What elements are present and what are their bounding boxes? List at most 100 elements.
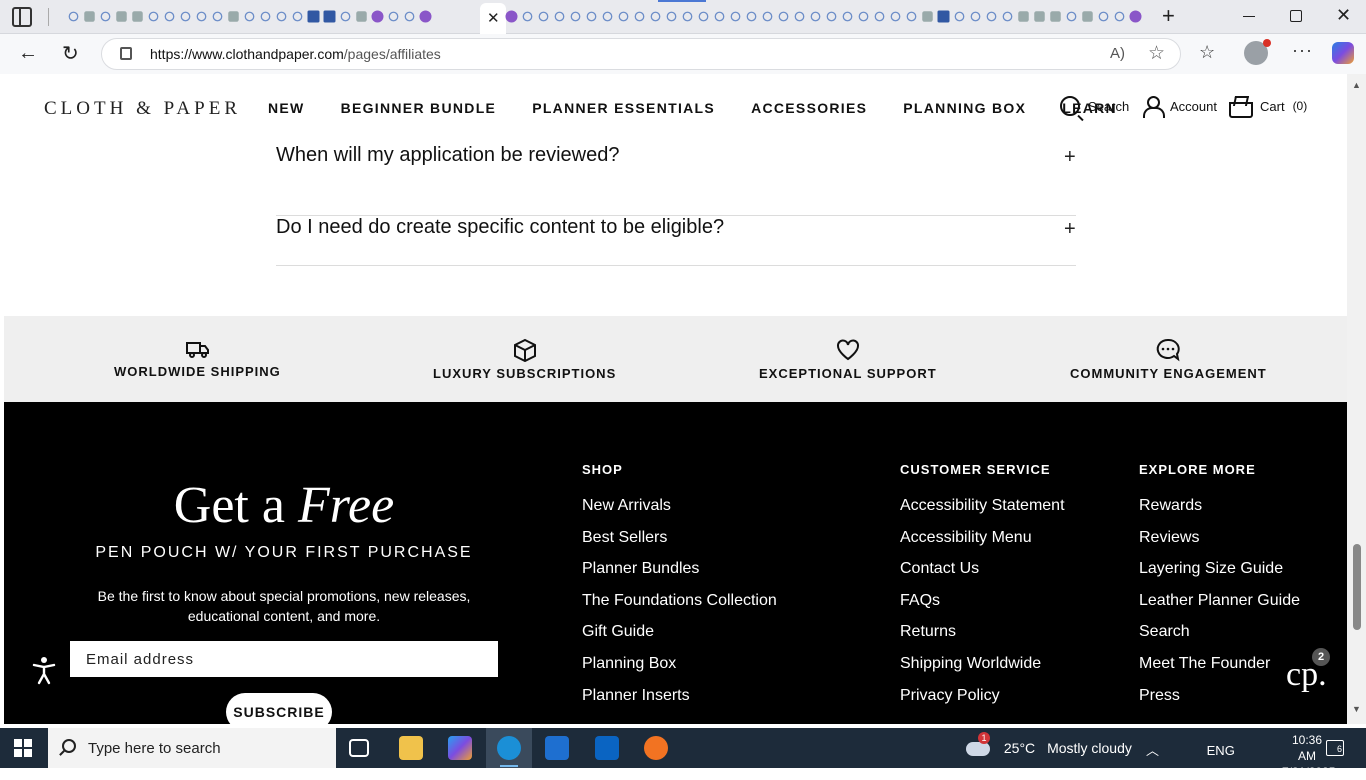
lock-icon[interactable] [120, 47, 132, 60]
windows-taskbar: Type here to search 25°C Mostly cloudy ︿… [0, 728, 1366, 779]
feature-label: WORLDWIDE SHIPPING [114, 364, 281, 379]
close-window-icon[interactable]: ✕ [1336, 5, 1351, 26]
promo-subtitle: PEN POUCH W/ YOUR FIRST PURCHASE [95, 544, 473, 561]
header-account-button[interactable]: Account [1142, 96, 1217, 118]
footer-link[interactable]: Shipping Worldwide [900, 655, 1065, 687]
tab-actions-icon[interactable] [12, 7, 32, 27]
store-icon[interactable] [545, 736, 569, 760]
language-indicator[interactable]: ENG [1207, 743, 1235, 758]
url-text[interactable]: https://www.clothandpaper.com/pages/affi… [150, 46, 441, 62]
site-header: CLOTH & PAPER NEW BEGINNER BUNDLE PLANNE… [4, 74, 1347, 142]
footer-link[interactable]: Privacy Policy [900, 687, 1065, 719]
nav-item-planner-essentials[interactable]: PLANNER ESSENTIALS [532, 100, 715, 116]
search-icon [62, 739, 76, 753]
nav-item-accessories[interactable]: ACCESSORIES [751, 100, 867, 116]
footer-link[interactable]: Meet The Founder [1139, 655, 1300, 687]
accessibility-icon[interactable] [28, 654, 60, 686]
footer-link[interactable]: Leather Planner Guide [1139, 592, 1300, 624]
cart-icon [1228, 96, 1253, 118]
back-icon[interactable]: ← [18, 42, 38, 65]
clock-date: 7/31/2025 [1282, 765, 1336, 779]
edge-icon[interactable] [497, 736, 521, 760]
tray-chevron-icon[interactable]: ︿ [1146, 743, 1159, 758]
favorites-icon[interactable]: ☆ [1199, 42, 1215, 63]
feature-label: LUXURY SUBSCRIPTIONS [433, 366, 617, 381]
faq-item[interactable]: Do I need do create specific content to … [276, 216, 1076, 266]
cart-count: (0) [1292, 99, 1308, 113]
footer-link[interactable]: Returns [900, 623, 1065, 655]
footer-link[interactable]: Planner Inserts [582, 687, 777, 719]
minimize-icon[interactable] [1243, 16, 1255, 17]
read-aloud-icon[interactable]: A) [1110, 45, 1125, 62]
profile-avatar[interactable] [1244, 39, 1271, 65]
footer-link[interactable]: Best Sellers [582, 529, 777, 561]
nav-item-beginner-bundle[interactable]: BEGINNER BUNDLE [341, 100, 497, 116]
firefox-icon[interactable] [644, 736, 668, 760]
nav-item-new[interactable]: NEW [268, 100, 305, 116]
footer-link[interactable]: Planner Bundles [582, 560, 777, 592]
box-icon [513, 338, 536, 362]
notification-center-icon[interactable]: 6 [1326, 740, 1344, 756]
footer-link[interactable]: Rewards [1139, 497, 1300, 529]
footer-link[interactable]: The Foundations Collection [582, 592, 777, 624]
feature-community-engagement: COMMUNITY ENGAGEMENT [1070, 338, 1267, 381]
header-search-button[interactable]: Search [1060, 96, 1129, 116]
feature-luxury-subscriptions: LUXURY SUBSCRIPTIONS [433, 338, 616, 381]
site-logo[interactable]: CLOTH & PAPER [44, 98, 241, 120]
maximize-icon[interactable] [1290, 10, 1302, 22]
refresh-icon[interactable]: ↻ [62, 41, 79, 66]
footer-heading: CUSTOMER SERVICE [900, 462, 1051, 477]
footer-column-explore-more: EXPLORE MORE Rewards Reviews Layering Si… [1139, 462, 1300, 718]
footer-link[interactable]: Gift Guide [582, 623, 777, 655]
nav-item-planning-box[interactable]: PLANNING BOX [903, 100, 1026, 116]
plus-icon[interactable]: + [1064, 146, 1076, 169]
footer-link[interactable]: New Arrivals [582, 497, 777, 529]
feature-strip: WORLDWIDE SHIPPING LUXURY SUBSCRIPTIONS … [4, 316, 1347, 402]
windows-start-icon[interactable] [14, 739, 32, 757]
footer-link[interactable]: Planning Box [582, 655, 777, 687]
plus-icon[interactable]: + [1064, 218, 1076, 241]
faq-question[interactable]: Do I need do create specific content to … [276, 216, 724, 239]
footer-link[interactable]: Layering Size Guide [1139, 560, 1300, 592]
close-tab-icon[interactable]: ✕ [487, 9, 500, 27]
active-tab[interactable]: ✕ [480, 3, 506, 34]
taskbar-search[interactable]: Type here to search [48, 728, 336, 768]
copilot-icon[interactable] [1332, 42, 1354, 64]
faq-item[interactable]: When will my application be reviewed? + [276, 144, 1076, 216]
scroll-up-icon[interactable]: ▲ [1352, 80, 1361, 90]
address-bar[interactable]: https://www.clothandpaper.com/pages/affi… [101, 38, 1181, 70]
weather-widget[interactable]: 25°C Mostly cloudy [966, 732, 1132, 757]
copilot-app-icon[interactable] [448, 736, 472, 760]
notification-badge: 2 [1312, 648, 1330, 666]
chat-icon [1157, 338, 1181, 362]
scroll-thumb[interactable] [1353, 544, 1361, 630]
subscribe-button[interactable]: SUBSCRIBE [226, 693, 332, 724]
faq-question[interactable]: When will my application be reviewed? [276, 144, 620, 167]
favorite-star-icon[interactable]: ☆ [1148, 42, 1165, 65]
rewards-widget[interactable]: cp. 2 [1282, 648, 1330, 694]
email-field[interactable] [70, 641, 498, 677]
site-footer: Get a Free PEN POUCH W/ YOUR FIRST PURCH… [4, 402, 1347, 724]
pinned-tab-favicons[interactable] [66, 9, 434, 25]
header-cart-button[interactable]: Cart (0) [1228, 96, 1308, 118]
footer-link[interactable]: Accessibility Menu [900, 529, 1065, 561]
outlook-icon[interactable] [595, 736, 619, 760]
new-tab-button[interactable]: + [1162, 5, 1175, 27]
weather-temp: 25°C [1003, 740, 1036, 756]
system-tray[interactable]: ︿ ENG [1146, 740, 1235, 759]
footer-link[interactable]: FAQs [900, 592, 1065, 624]
footer-link[interactable]: Accessibility Statement [900, 497, 1065, 529]
footer-link[interactable]: Press [1139, 687, 1300, 719]
divider [48, 8, 49, 26]
more-menu-icon[interactable]: ··· [1292, 40, 1313, 61]
file-explorer-icon[interactable] [399, 736, 423, 760]
tab-favicons[interactable] [504, 9, 1144, 25]
footer-link[interactable]: Search [1139, 623, 1300, 655]
page-scrollbar[interactable]: ▲ ▼ [1347, 74, 1366, 724]
footer-link[interactable]: Reviews [1139, 529, 1300, 561]
scroll-down-icon[interactable]: ▼ [1352, 704, 1361, 714]
task-view-icon[interactable] [349, 739, 369, 757]
clock[interactable]: 10:36 AM 7/31/2025 [1282, 732, 1336, 780]
footer-link[interactable]: Contact Us [900, 560, 1065, 592]
taskbar-search-placeholder: Type here to search [88, 740, 221, 757]
